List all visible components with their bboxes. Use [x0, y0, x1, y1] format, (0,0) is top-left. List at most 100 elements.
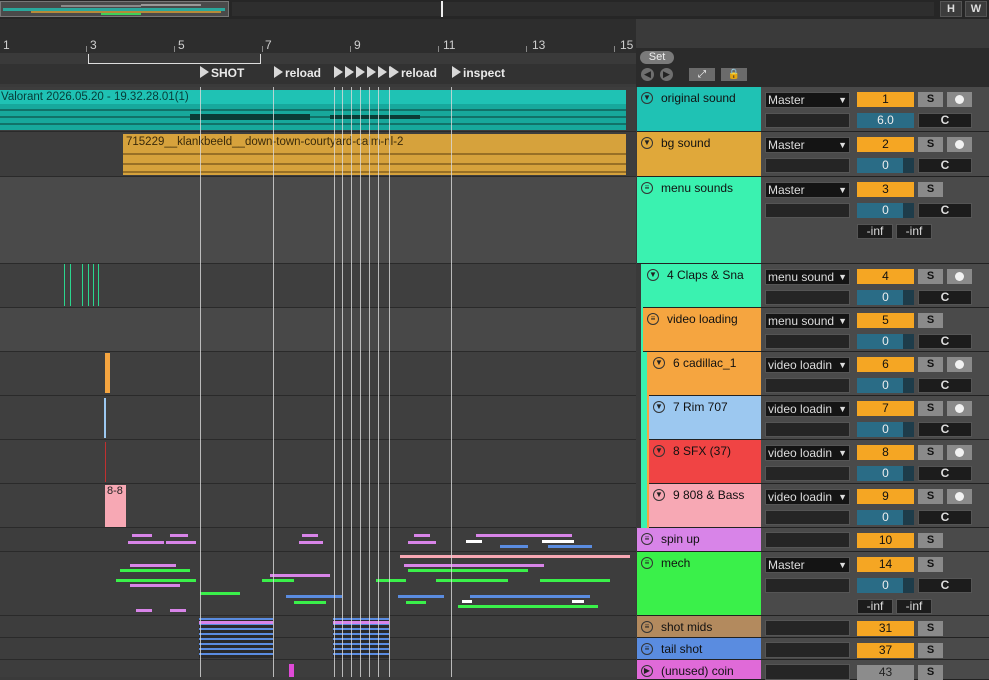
h-button[interactable]: H [940, 1, 962, 17]
midi-clip[interactable] [199, 618, 273, 658]
prev-locator-icon[interactable]: ◀ [641, 68, 654, 81]
track-header-video-loading[interactable]: ≡ video loading [643, 308, 761, 352]
track-activator[interactable]: 3 [857, 182, 914, 197]
track-activator[interactable]: 2 [857, 137, 914, 152]
group-fold-icon[interactable]: ≡ [641, 533, 653, 545]
volume-field[interactable]: 0 [857, 290, 914, 305]
fold-arrow-icon[interactable]: ▼ [653, 357, 665, 369]
output-routing-select[interactable]: Master ▼ [765, 137, 850, 153]
lane-sfx[interactable] [0, 440, 636, 484]
track-activator[interactable]: 6 [857, 357, 914, 372]
output-routing-field[interactable] [765, 642, 850, 658]
lane-tail-shot[interactable] [0, 638, 636, 660]
arm-button[interactable] [947, 489, 972, 504]
volume-field[interactable]: 0 [857, 466, 914, 481]
next-locator-icon[interactable]: ▶ [660, 68, 673, 81]
volume-field[interactable]: 6.0 [857, 113, 914, 128]
input-routing-field[interactable] [765, 466, 850, 481]
track-header-4-claps-sna[interactable]: ▼ 4 Claps & Sna [643, 264, 761, 308]
fold-arrow-icon[interactable]: ▼ [653, 445, 665, 457]
track-name[interactable]: 9 808 & Bass [673, 488, 744, 502]
track-header-9-808-bass[interactable]: ▼ 9 808 & Bass [649, 484, 761, 528]
input-routing-field[interactable] [765, 334, 850, 349]
input-routing-field[interactable] [765, 290, 850, 305]
midi-clip[interactable] [289, 664, 294, 677]
pan-field[interactable]: C [918, 422, 972, 437]
pan-field[interactable]: C [918, 510, 972, 525]
locator-shot[interactable]: SHOT [200, 66, 244, 80]
fold-arrow-icon[interactable]: ▼ [653, 489, 665, 501]
volume-field[interactable]: 0 [857, 378, 914, 393]
solo-button[interactable]: S [918, 269, 943, 284]
arm-button[interactable] [947, 269, 972, 284]
group-fold-icon[interactable]: ≡ [641, 557, 653, 569]
fold-arrow-icon[interactable]: ▼ [647, 269, 659, 281]
input-routing-field[interactable] [765, 378, 850, 393]
track-header-6-cadillac-1[interactable]: ▼ 6 cadillac_1 [649, 352, 761, 396]
pan-field[interactable]: C [918, 290, 972, 305]
expand-icon[interactable]: ⤢ [689, 68, 715, 81]
group-fold-icon[interactable]: ≡ [647, 313, 659, 325]
track-header-menu-sounds[interactable]: ≡ menu sounds [637, 177, 761, 264]
track-activator[interactable]: 31 [857, 621, 914, 636]
output-routing-field[interactable] [765, 532, 850, 548]
input-routing-field[interactable] [765, 510, 850, 525]
volume-field[interactable]: 0 [857, 203, 914, 218]
lane-claps[interactable] [0, 264, 636, 308]
group-fold-icon[interactable]: ≡ [641, 182, 653, 194]
w-button[interactable]: W [965, 1, 987, 17]
pan-field[interactable]: C [918, 334, 972, 349]
track-name[interactable]: bg sound [661, 136, 710, 150]
output-routing-select[interactable]: Master ▼ [765, 557, 850, 573]
track-header-shot-mids[interactable]: ≡ shot mids [637, 616, 761, 638]
track-activator[interactable]: 37 [857, 643, 914, 658]
output-routing-select[interactable]: Master ▼ [765, 182, 850, 198]
output-routing-select[interactable]: video loadin ▼ [765, 445, 850, 461]
lane-shot-mids[interactable] [0, 616, 636, 638]
output-routing-select[interactable]: Master ▼ [765, 92, 850, 108]
track-name[interactable]: (unused) coin [661, 664, 734, 678]
arrangement-view[interactable]: Valorant 2026.05.20 - 19.32.28.01(1) 715… [0, 87, 636, 677]
output-routing-field[interactable] [765, 664, 850, 680]
track-name[interactable]: shot mids [661, 620, 712, 634]
track-header-7-rim-707[interactable]: ▼ 7 Rim 707 [649, 396, 761, 440]
solo-button[interactable]: S [918, 357, 943, 372]
output-routing-select[interactable]: menu sound ▼ [765, 269, 850, 285]
midi-clip[interactable] [105, 442, 106, 482]
track-name[interactable]: menu sounds [661, 181, 733, 195]
audio-clip[interactable]: 715229__klankbeeld__down-town-courtyard-… [123, 134, 626, 175]
track-name[interactable]: original sound [661, 91, 736, 105]
solo-button[interactable]: S [918, 557, 943, 572]
track-name[interactable]: video loading [667, 312, 738, 326]
lane-808[interactable]: 8-8 [0, 484, 636, 528]
pan-field[interactable]: C [918, 466, 972, 481]
track-name[interactable]: 6 cadillac_1 [673, 356, 736, 370]
solo-button[interactable]: S [918, 643, 943, 658]
track-name[interactable]: 4 Claps & Sna [667, 268, 744, 282]
input-routing-field[interactable] [765, 113, 850, 128]
lane-spin-up[interactable] [0, 528, 636, 552]
solo-button[interactable]: S [918, 665, 943, 680]
solo-button[interactable]: S [918, 137, 943, 152]
overview-thumbnail[interactable] [0, 1, 229, 17]
pan-field[interactable]: C [918, 113, 972, 128]
track-header-unused-coin[interactable]: ▶ (unused) coin [637, 660, 761, 680]
overview-bar[interactable]: H W [0, 0, 989, 19]
track-activator[interactable]: 4 [857, 269, 914, 284]
lane-cadillac[interactable] [0, 352, 636, 396]
midi-clip[interactable] [104, 398, 106, 438]
lane-original-sound[interactable]: Valorant 2026.05.20 - 19.32.28.01(1) [0, 87, 636, 132]
pan-field[interactable]: C [918, 203, 972, 218]
locator-reload-2[interactable]: reload [390, 66, 437, 80]
arm-button[interactable] [947, 137, 972, 152]
fold-arrow-icon[interactable]: ▼ [653, 401, 665, 413]
volume-field[interactable]: 0 [857, 334, 914, 349]
lane-unused-coin[interactable] [0, 660, 636, 677]
group-fold-icon[interactable]: ≡ [641, 621, 653, 633]
track-activator[interactable]: 8 [857, 445, 914, 460]
input-routing-field[interactable] [765, 203, 850, 218]
track-name[interactable]: 7 Rim 707 [673, 400, 728, 414]
arm-button[interactable] [947, 401, 972, 416]
track-header-bg-sound[interactable]: ▼ bg sound [637, 132, 761, 177]
pan-field[interactable]: C [918, 378, 972, 393]
